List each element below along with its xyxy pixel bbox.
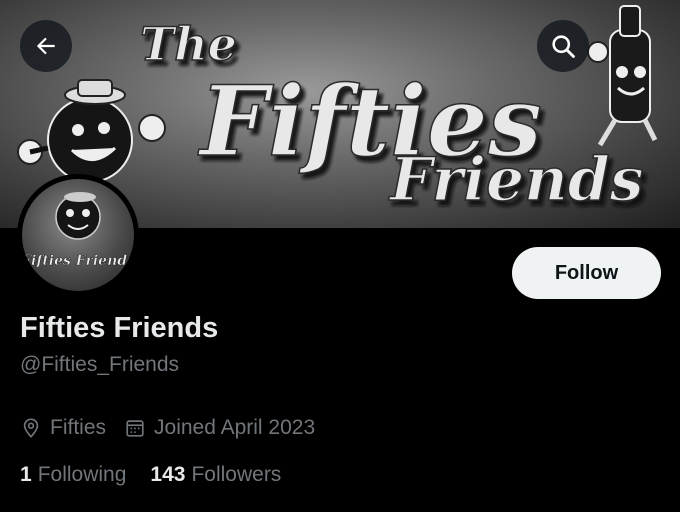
- avatar[interactable]: Fifties Friends: [17, 174, 139, 296]
- joined-text: Joined April 2023: [154, 416, 316, 439]
- back-button[interactable]: [20, 20, 72, 72]
- follow-stats: 1 Following 143 Followers: [20, 463, 305, 487]
- avatar-image: Fifties Friends: [22, 179, 134, 291]
- followers-label: Followers: [191, 463, 282, 486]
- bottle-character-illustration: [587, 5, 658, 147]
- avatar-text: Fifties Friends: [22, 253, 134, 269]
- banner-title-friends: Friends: [388, 145, 643, 215]
- following-label: Following: [37, 463, 127, 486]
- following-link[interactable]: 1 Following: [20, 463, 126, 487]
- user-handle: @Fifties_Friends: [20, 353, 180, 376]
- arrow-left-icon: [36, 37, 55, 55]
- display-name: Fifties Friends: [20, 312, 219, 344]
- followers-count: 143: [150, 463, 186, 486]
- location-item: Fifties: [20, 416, 106, 440]
- following-count: 1: [20, 463, 32, 486]
- search-icon: [552, 35, 575, 58]
- calendar-icon: [126, 420, 144, 437]
- location-pin-icon: [23, 418, 39, 438]
- bomb-character-illustration: [17, 79, 166, 183]
- follow-button[interactable]: Follow: [512, 247, 661, 299]
- joined-item: Joined April 2023: [124, 416, 315, 440]
- location-text: Fifties: [50, 416, 107, 439]
- profile-meta: Fifties Joined April 2023: [20, 416, 333, 440]
- banner-title-the: The: [140, 17, 237, 71]
- search-button[interactable]: [537, 20, 589, 72]
- followers-link[interactable]: 143 Followers: [150, 463, 281, 487]
